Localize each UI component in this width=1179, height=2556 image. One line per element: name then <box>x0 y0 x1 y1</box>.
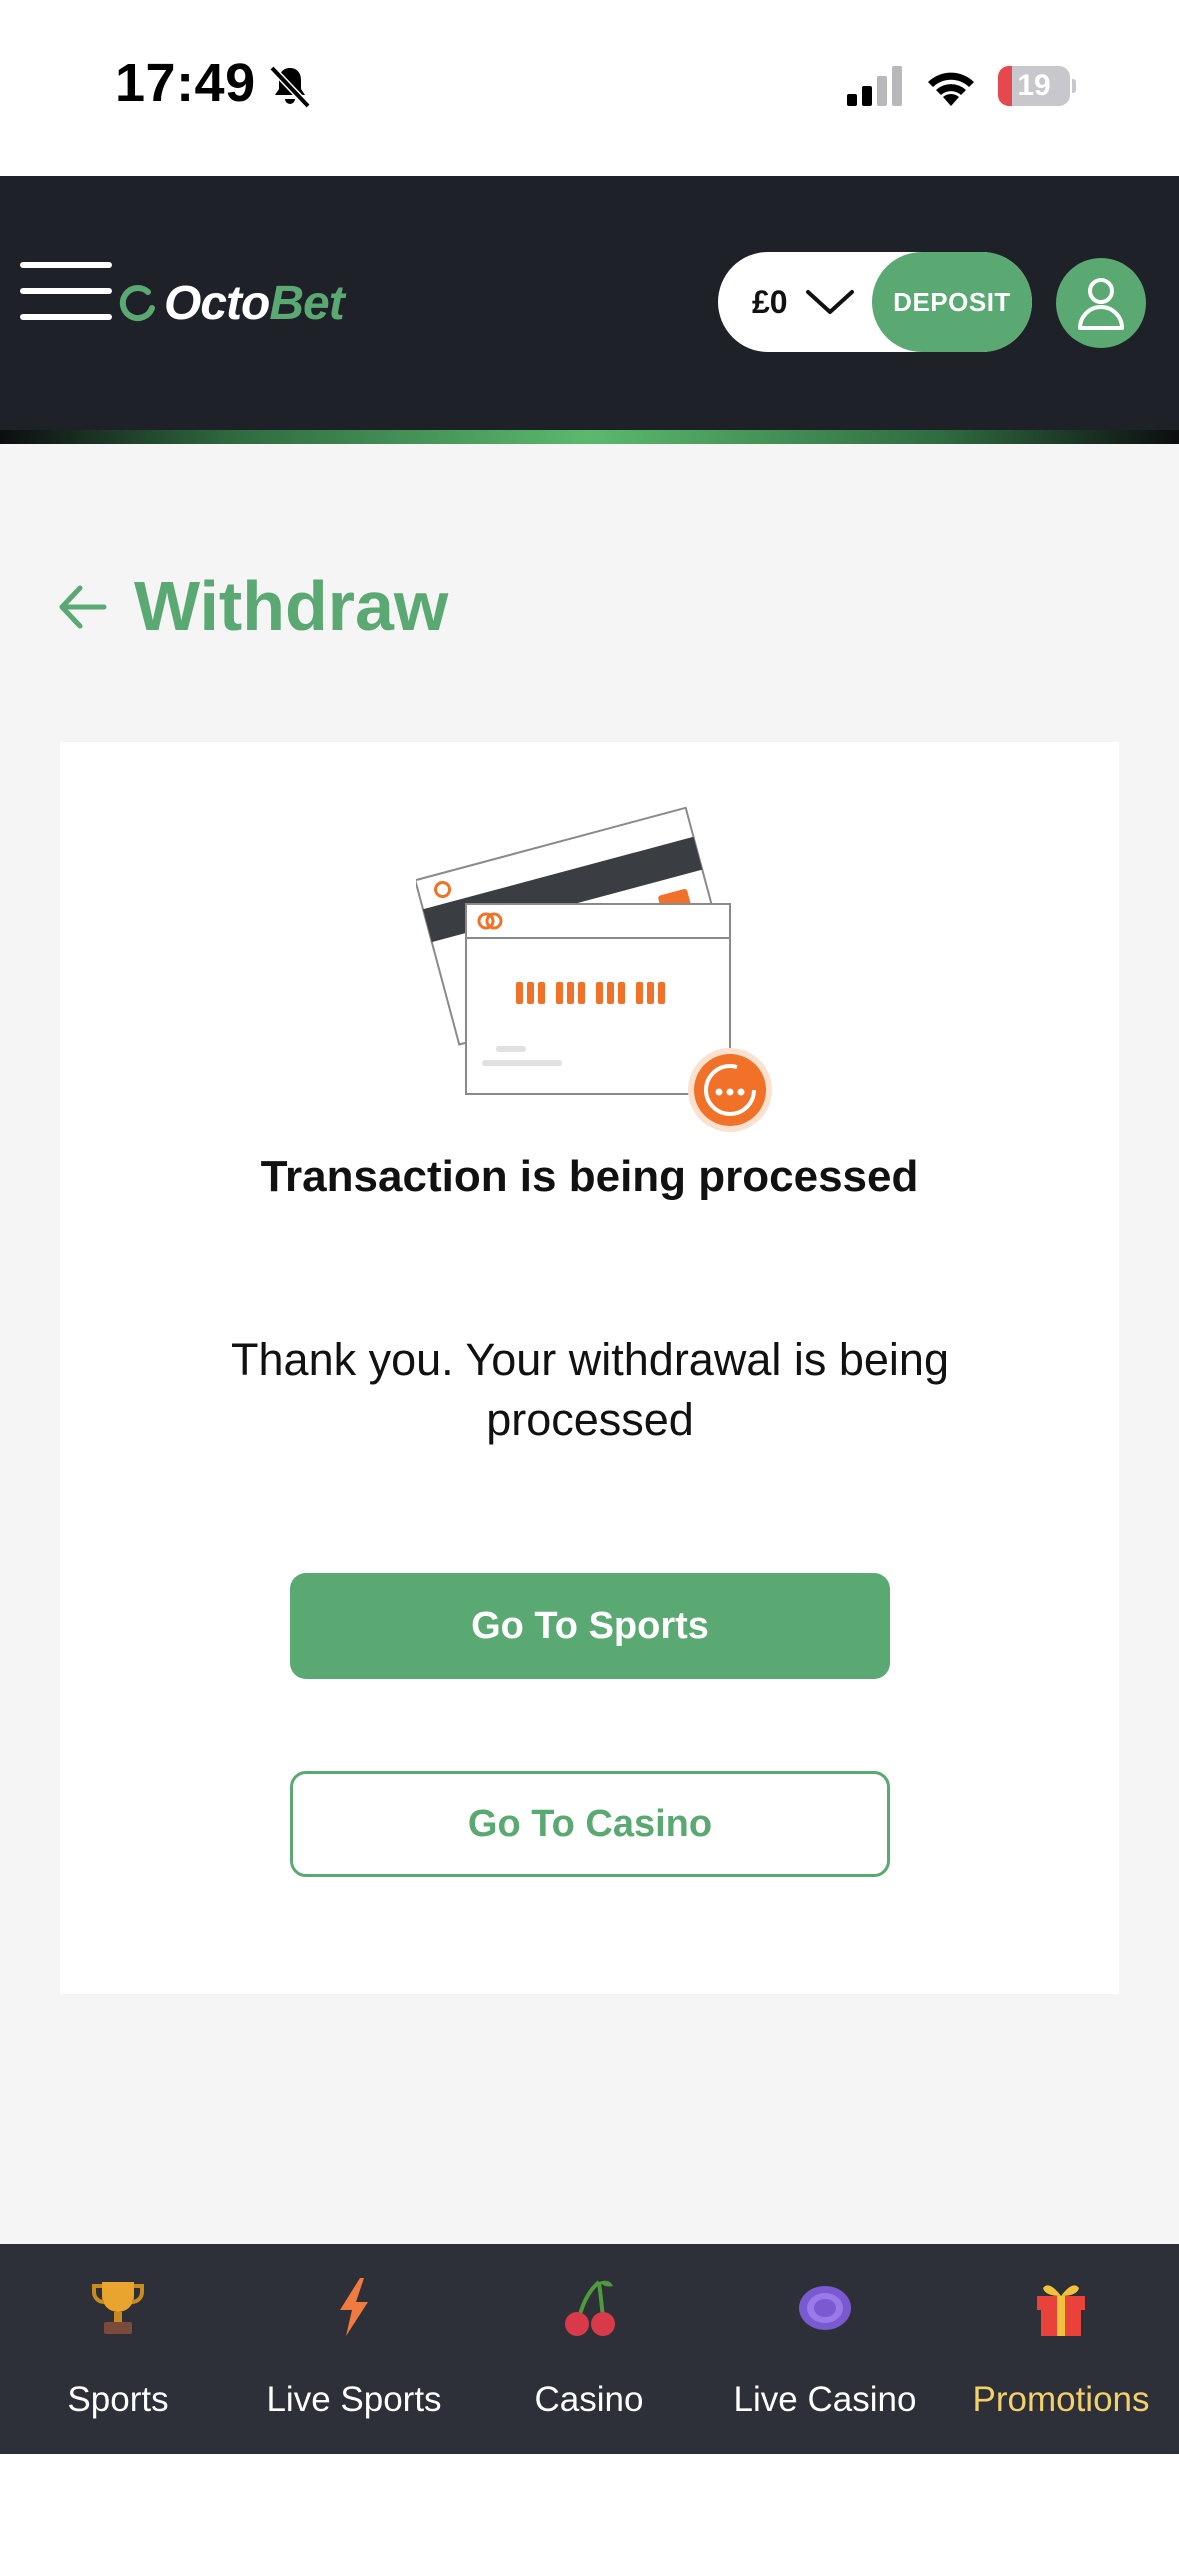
trophy-icon <box>92 2282 144 2334</box>
logo-text-octo: Octo <box>164 276 270 330</box>
cellular-signal-icon <box>847 66 902 106</box>
nav-item-sports[interactable]: Sports <box>0 2244 236 2454</box>
deposit-button[interactable]: DEPOSIT <box>872 252 1032 352</box>
nav-item-live-casino[interactable]: Live Casino <box>707 2244 943 2454</box>
transaction-status-title: Transaction is being processed <box>260 1152 919 1201</box>
home-indicator-area <box>0 2454 1179 2556</box>
go-to-casino-button[interactable]: Go To Casino <box>290 1771 890 1877</box>
gift-icon <box>1037 2285 1085 2336</box>
go-to-sports-button[interactable]: Go To Sports <box>290 1573 890 1679</box>
status-bar: 17:49 19 <box>0 0 1179 176</box>
page-title: Withdraw <box>134 567 449 645</box>
chevron-down-icon[interactable] <box>804 286 856 318</box>
bottom-navigation: Sports Live Sports Casino Live Casino Pr… <box>0 2244 1179 2454</box>
nav-label-sports: Sports <box>67 2380 169 2419</box>
transaction-card: Transaction is being processed Thank you… <box>60 742 1119 1994</box>
nav-item-casino[interactable]: Casino <box>471 2244 707 2454</box>
cherries-icon <box>565 2280 615 2336</box>
user-icon <box>1078 278 1124 330</box>
battery-indicator: 19 <box>998 66 1076 106</box>
header-divider <box>0 430 1179 444</box>
cards-processing-illustration <box>416 806 772 1132</box>
casino-chip-icon <box>799 2286 851 2330</box>
balance-selector[interactable]: £0 DEPOSIT <box>718 252 1032 352</box>
profile-button[interactable] <box>1056 258 1146 348</box>
back-arrow-icon[interactable] <box>56 582 108 632</box>
nav-label-live-sports: Live Sports <box>266 2380 442 2419</box>
battery-percentage: 19 <box>1017 69 1051 102</box>
nav-label-casino: Casino <box>534 2380 644 2419</box>
wifi-icon <box>928 72 974 106</box>
lightning-icon <box>340 2278 368 2336</box>
hamburger-menu-icon[interactable] <box>20 258 112 324</box>
nav-label-live-casino: Live Casino <box>733 2380 917 2419</box>
balance-amount: £0 <box>752 284 788 320</box>
nav-label-promotions: Promotions <box>972 2380 1150 2419</box>
logo-text-bet: Bet <box>269 276 344 330</box>
status-time: 17:49 <box>115 53 256 113</box>
nav-item-live-sports[interactable]: Live Sports <box>236 2244 472 2454</box>
octobet-logo[interactable]: Octo Bet <box>118 268 345 338</box>
nav-item-promotions[interactable]: Promotions <box>943 2244 1179 2454</box>
transaction-status-message: Thank you. Your withdrawal is being proc… <box>231 1334 949 1445</box>
bell-muted-icon <box>269 65 311 109</box>
logo-mark-icon <box>119 285 155 322</box>
